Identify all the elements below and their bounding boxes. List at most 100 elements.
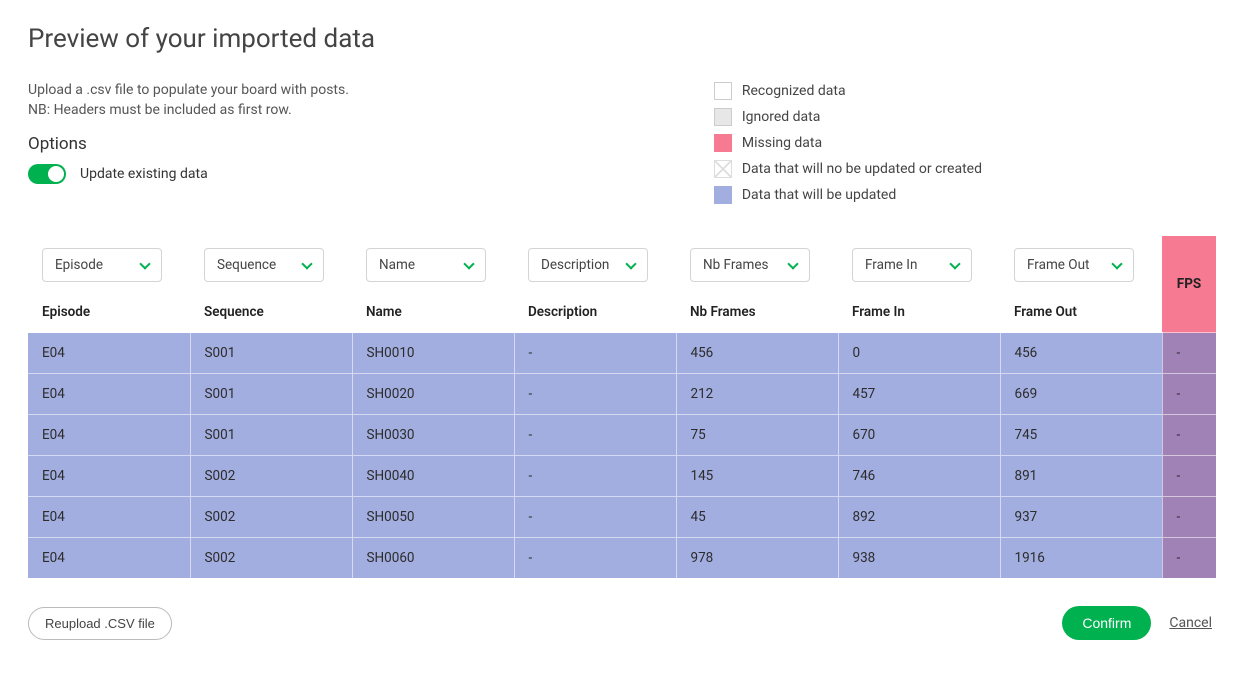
- reupload-button[interactable]: Reupload .CSV file: [28, 607, 172, 640]
- cell-sequence: S001: [190, 333, 352, 374]
- legend-label-ignored: Ignored data: [742, 109, 821, 125]
- chevron-down-icon: [463, 258, 474, 269]
- cell-out: 937: [1000, 497, 1162, 538]
- column-header: Name: [352, 294, 514, 333]
- column-select-label: Sequence: [217, 257, 276, 273]
- update-existing-toggle[interactable]: [28, 164, 66, 184]
- cell-out: 1916: [1000, 538, 1162, 579]
- cell-out: 745: [1000, 415, 1162, 456]
- legend-swatch-updated: [714, 186, 732, 204]
- legend-swatch-missing: [714, 134, 732, 152]
- legend-swatch-nochange: [714, 160, 732, 178]
- instruction-line-2: NB: Headers must be included as first ro…: [28, 102, 349, 118]
- cell-frames: 212: [676, 374, 838, 415]
- table-row: E04S002SH0060-9789381916-: [28, 538, 1216, 579]
- column-select-frame-out[interactable]: Frame Out: [1014, 248, 1134, 282]
- cell-name: SH0030: [352, 415, 514, 456]
- chevron-down-icon: [949, 258, 960, 269]
- column-select-label: Episode: [55, 257, 103, 273]
- cancel-link[interactable]: Cancel: [1169, 615, 1212, 631]
- cell-in: 746: [838, 456, 1000, 497]
- cell-episode: E04: [28, 538, 190, 579]
- update-existing-label: Update existing data: [80, 166, 208, 182]
- column-header: Nb Frames: [676, 294, 838, 333]
- cell-name: SH0020: [352, 374, 514, 415]
- cell-episode: E04: [28, 374, 190, 415]
- legend-label-updated: Data that will be updated: [742, 187, 896, 203]
- cell-out: 669: [1000, 374, 1162, 415]
- column-select-frame-in[interactable]: Frame In: [852, 248, 972, 282]
- cell-fps: -: [1162, 333, 1216, 374]
- cell-out: 891: [1000, 456, 1162, 497]
- column-select-label: Frame In: [865, 257, 917, 273]
- cell-out: 456: [1000, 333, 1162, 374]
- cell-frames: 75: [676, 415, 838, 456]
- column-select-description[interactable]: Description: [528, 248, 648, 282]
- column-select-episode[interactable]: Episode: [42, 248, 162, 282]
- column-header: Frame In: [838, 294, 1000, 333]
- legend: Recognized data Ignored data Missing dat…: [714, 82, 982, 212]
- cell-sequence: S001: [190, 415, 352, 456]
- cell-sequence: S002: [190, 456, 352, 497]
- cell-episode: E04: [28, 456, 190, 497]
- column-select-nb-frames[interactable]: Nb Frames: [690, 248, 810, 282]
- column-header: Sequence: [190, 294, 352, 333]
- cell-in: 670: [838, 415, 1000, 456]
- column-header: Frame Out: [1000, 294, 1162, 333]
- cell-name: SH0010: [352, 333, 514, 374]
- table-row: E04S001SH0020-212457669-: [28, 374, 1216, 415]
- legend-label-nochange: Data that will no be updated or created: [742, 161, 982, 177]
- cell-name: SH0060: [352, 538, 514, 579]
- column-header: Description: [514, 294, 676, 333]
- cell-frames: 978: [676, 538, 838, 579]
- table-row: E04S001SH0010-4560456-: [28, 333, 1216, 374]
- cell-fps: -: [1162, 497, 1216, 538]
- cell-sequence: S002: [190, 538, 352, 579]
- column-select-label: Frame Out: [1027, 257, 1089, 273]
- column-select-sequence[interactable]: Sequence: [204, 248, 324, 282]
- cell-in: 0: [838, 333, 1000, 374]
- column-select-name[interactable]: Name: [366, 248, 486, 282]
- column-select-label: Name: [379, 257, 415, 273]
- cell-episode: E04: [28, 497, 190, 538]
- options-header: Options: [28, 134, 349, 154]
- cell-in: 892: [838, 497, 1000, 538]
- cell-frames: 456: [676, 333, 838, 374]
- cell-fps: -: [1162, 415, 1216, 456]
- chevron-down-icon: [139, 258, 150, 269]
- table-row: E04S001SH0030-75670745-: [28, 415, 1216, 456]
- cell-sequence: S002: [190, 497, 352, 538]
- cell-fps: -: [1162, 374, 1216, 415]
- column-header: Episode: [28, 294, 190, 333]
- cell-description: -: [514, 374, 676, 415]
- chevron-down-icon: [1111, 258, 1122, 269]
- column-select-label: Description: [541, 257, 609, 273]
- chevron-down-icon: [625, 258, 636, 269]
- confirm-button[interactable]: Confirm: [1062, 606, 1151, 640]
- cell-description: -: [514, 538, 676, 579]
- table-row: E04S002SH0040-145746891-: [28, 456, 1216, 497]
- cell-description: -: [514, 415, 676, 456]
- cell-fps: -: [1162, 456, 1216, 497]
- column-select-label: Nb Frames: [703, 257, 768, 273]
- legend-label-recognized: Recognized data: [742, 83, 846, 99]
- cell-description: -: [514, 497, 676, 538]
- cell-in: 457: [838, 374, 1000, 415]
- table-row: E04S002SH0050-45892937-: [28, 497, 1216, 538]
- cell-name: SH0040: [352, 456, 514, 497]
- page-title: Preview of your imported data: [28, 24, 1212, 54]
- legend-label-missing: Missing data: [742, 135, 822, 151]
- cell-description: -: [514, 456, 676, 497]
- missing-column-header: FPS: [1162, 236, 1216, 333]
- chevron-down-icon: [301, 258, 312, 269]
- cell-name: SH0050: [352, 497, 514, 538]
- legend-swatch-recognized: [714, 82, 732, 100]
- cell-in: 938: [838, 538, 1000, 579]
- cell-fps: -: [1162, 538, 1216, 579]
- preview-table: EpisodeSequenceNameDescriptionNb FramesF…: [28, 236, 1217, 578]
- instruction-line-1: Upload a .csv file to populate your boar…: [28, 82, 349, 98]
- cell-episode: E04: [28, 415, 190, 456]
- chevron-down-icon: [787, 258, 798, 269]
- cell-frames: 145: [676, 456, 838, 497]
- cell-sequence: S001: [190, 374, 352, 415]
